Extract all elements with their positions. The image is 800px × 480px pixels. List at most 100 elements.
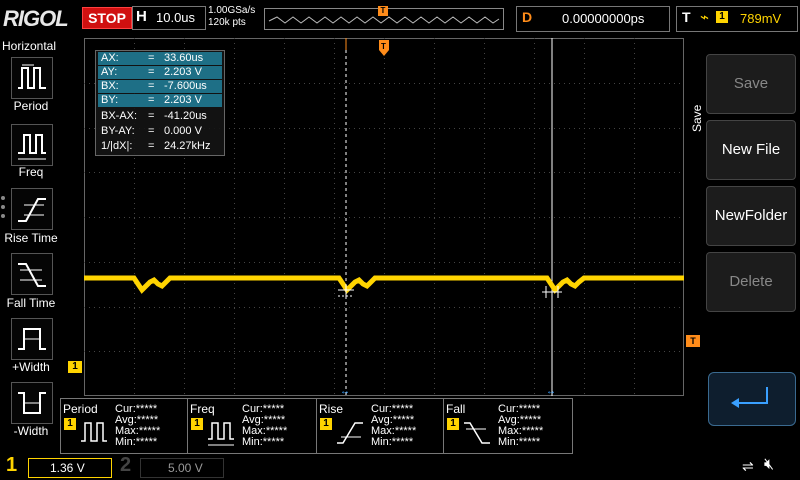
cursor-value: 0.000 V: [164, 125, 202, 137]
cursor-row: BY: = 2.203 V: [98, 94, 222, 107]
channel1-number[interactable]: 1: [6, 454, 17, 477]
svg-text:T: T: [381, 42, 386, 51]
trigger-source-badge: 1: [716, 11, 728, 23]
save-menu-tab: Save: [688, 38, 704, 158]
trigger-level-marker[interactable]: T: [686, 335, 700, 347]
freq-label: Freq: [18, 165, 44, 179]
sample-rate-info: 1.00GSa/s 120k pts: [208, 5, 255, 29]
measure-rise-box[interactable]: Rise 1 Cur:***** Avg:***** Max:***** Min…: [316, 398, 444, 454]
measure-min: Min:*****: [115, 436, 158, 448]
save-menu-title: Save: [690, 104, 704, 132]
measure-freq-box[interactable]: Freq 1 Cur:***** Avg:***** Max:***** Min…: [187, 398, 317, 454]
measure-name: Rise: [319, 402, 344, 416]
trigger-label: T: [682, 9, 691, 25]
cursor-value: 33.60us: [164, 52, 204, 64]
cursor-key: AY:: [101, 66, 118, 78]
delay-value: 0.00000000ps: [562, 11, 645, 26]
cursor-key: 1/|dX|:: [101, 140, 133, 152]
cursor-row: BX-AX: = -41.20us: [98, 110, 222, 123]
cursor-a-bottom-marker: ↔: [546, 386, 556, 396]
delay-label: D: [522, 9, 533, 25]
freq-button[interactable]: [11, 124, 53, 166]
measure-name: Freq: [190, 402, 215, 416]
measure-name: Fall: [446, 402, 466, 416]
cursor-row: AY: = 2.203 V: [98, 66, 222, 79]
fall-time-icon: [464, 422, 490, 444]
rising-edge-icon: ⌁: [700, 9, 710, 26]
positive-width-icon: [18, 328, 46, 350]
trigger-level-value: 789mV: [740, 11, 782, 26]
enter-button[interactable]: [708, 372, 796, 426]
cursor-value: 2.203 V: [164, 66, 202, 78]
cursor-value: -7.600us: [164, 80, 207, 92]
rise-time-icon: [337, 422, 363, 444]
measure-min: Min:*****: [371, 436, 414, 448]
measure-period-box[interactable]: Period 1 Cur:***** Avg:***** Max:***** M…: [60, 398, 188, 454]
cursor-readout-box: AX: = 33.60us AY: = 2.203 V BX: = -7.600us BY:…: [95, 50, 225, 156]
channel1-scale: 1.36 V: [50, 461, 85, 475]
cursor-row: BX: = -7.600us: [98, 80, 222, 93]
cursor-key: BX:: [101, 80, 119, 92]
cursor-value: 2.203 V: [164, 94, 202, 106]
cursor-value: -41.20us: [164, 110, 207, 122]
channel1-offset-marker[interactable]: 1: [68, 361, 82, 373]
positive-width-button[interactable]: [11, 318, 53, 360]
cursor-eq: =: [148, 140, 155, 152]
cursor-row: 1/|dX|: = 24.27kHz: [98, 140, 222, 153]
measure-channel-badge: 1: [320, 418, 332, 430]
freq-icon: [18, 134, 46, 160]
fall-time-button[interactable]: [11, 253, 53, 295]
cursor-key: BY-AY:: [101, 125, 135, 137]
horizontal-panel-title: Horizontal: [2, 39, 57, 53]
speaker-mute-icon[interactable]: 🔇︎: [764, 456, 774, 474]
measure-min: Min:*****: [498, 436, 541, 448]
rigol-logo: RIGOL: [3, 6, 69, 31]
horizontal-label: H: [136, 8, 147, 25]
channel2-number[interactable]: 2: [120, 454, 131, 477]
cursor-eq: =: [148, 125, 155, 137]
cursor-row: AX: = 33.60us: [98, 52, 222, 65]
period-button[interactable]: [11, 57, 53, 99]
rise-time-label: Rise Time: [4, 231, 58, 245]
cursor-b-bottom-marker: ↔: [340, 386, 350, 396]
rise-time-button[interactable]: [11, 188, 53, 230]
cursor-eq: =: [148, 94, 155, 106]
memory-depth: 120k pts: [208, 17, 246, 28]
cursor-key: BY:: [101, 94, 119, 106]
new-folder-button[interactable]: NewFolder: [706, 186, 796, 246]
cursor-key: AX:: [101, 52, 119, 64]
measure-channel-badge: 1: [447, 418, 459, 430]
save-button[interactable]: Save: [706, 54, 796, 114]
cursor-eq: =: [148, 110, 155, 122]
delete-button[interactable]: Delete: [706, 252, 796, 312]
cursor-value: 24.27kHz: [164, 140, 211, 152]
enter-arrow-icon: [731, 387, 768, 408]
new-file-button[interactable]: New File: [706, 120, 796, 180]
freq-icon: [208, 422, 234, 446]
cursor-eq: =: [148, 80, 155, 92]
timebase-value: 10.0us: [156, 10, 196, 25]
fall-time-icon: [18, 263, 46, 287]
measure-channel-badge: 1: [191, 418, 203, 430]
measure-min: Min:*****: [242, 436, 285, 448]
cursor-row: BY-AY: = 0.000 V: [98, 125, 222, 138]
measure-channel-badge: 1: [64, 418, 76, 430]
period-icon: [81, 422, 107, 442]
sample-rate: 1.00GSa/s: [208, 5, 256, 16]
period-icon: [18, 64, 46, 89]
channel2-scale: 5.00 V: [168, 461, 203, 475]
negative-width-label: -Width: [13, 424, 49, 438]
run-stop-indicator[interactable]: STOP: [82, 7, 132, 29]
trigger-position-marker: T: [379, 40, 389, 56]
cursor-key: BX-AX:: [101, 110, 138, 122]
measure-name: Period: [63, 402, 98, 416]
fall-time-label: Fall Time: [6, 296, 56, 310]
negative-width-button[interactable]: [11, 382, 53, 424]
usb-icon: ⇌: [742, 458, 754, 474]
period-label: Period: [13, 99, 49, 113]
cursor-eq: =: [148, 66, 155, 78]
cursor-eq: =: [148, 52, 155, 64]
positive-width-label: +Width: [12, 360, 50, 374]
measure-fall-box[interactable]: Fall 1 Cur:***** Avg:***** Max:***** Min…: [443, 398, 573, 454]
rise-time-icon: [18, 198, 46, 222]
